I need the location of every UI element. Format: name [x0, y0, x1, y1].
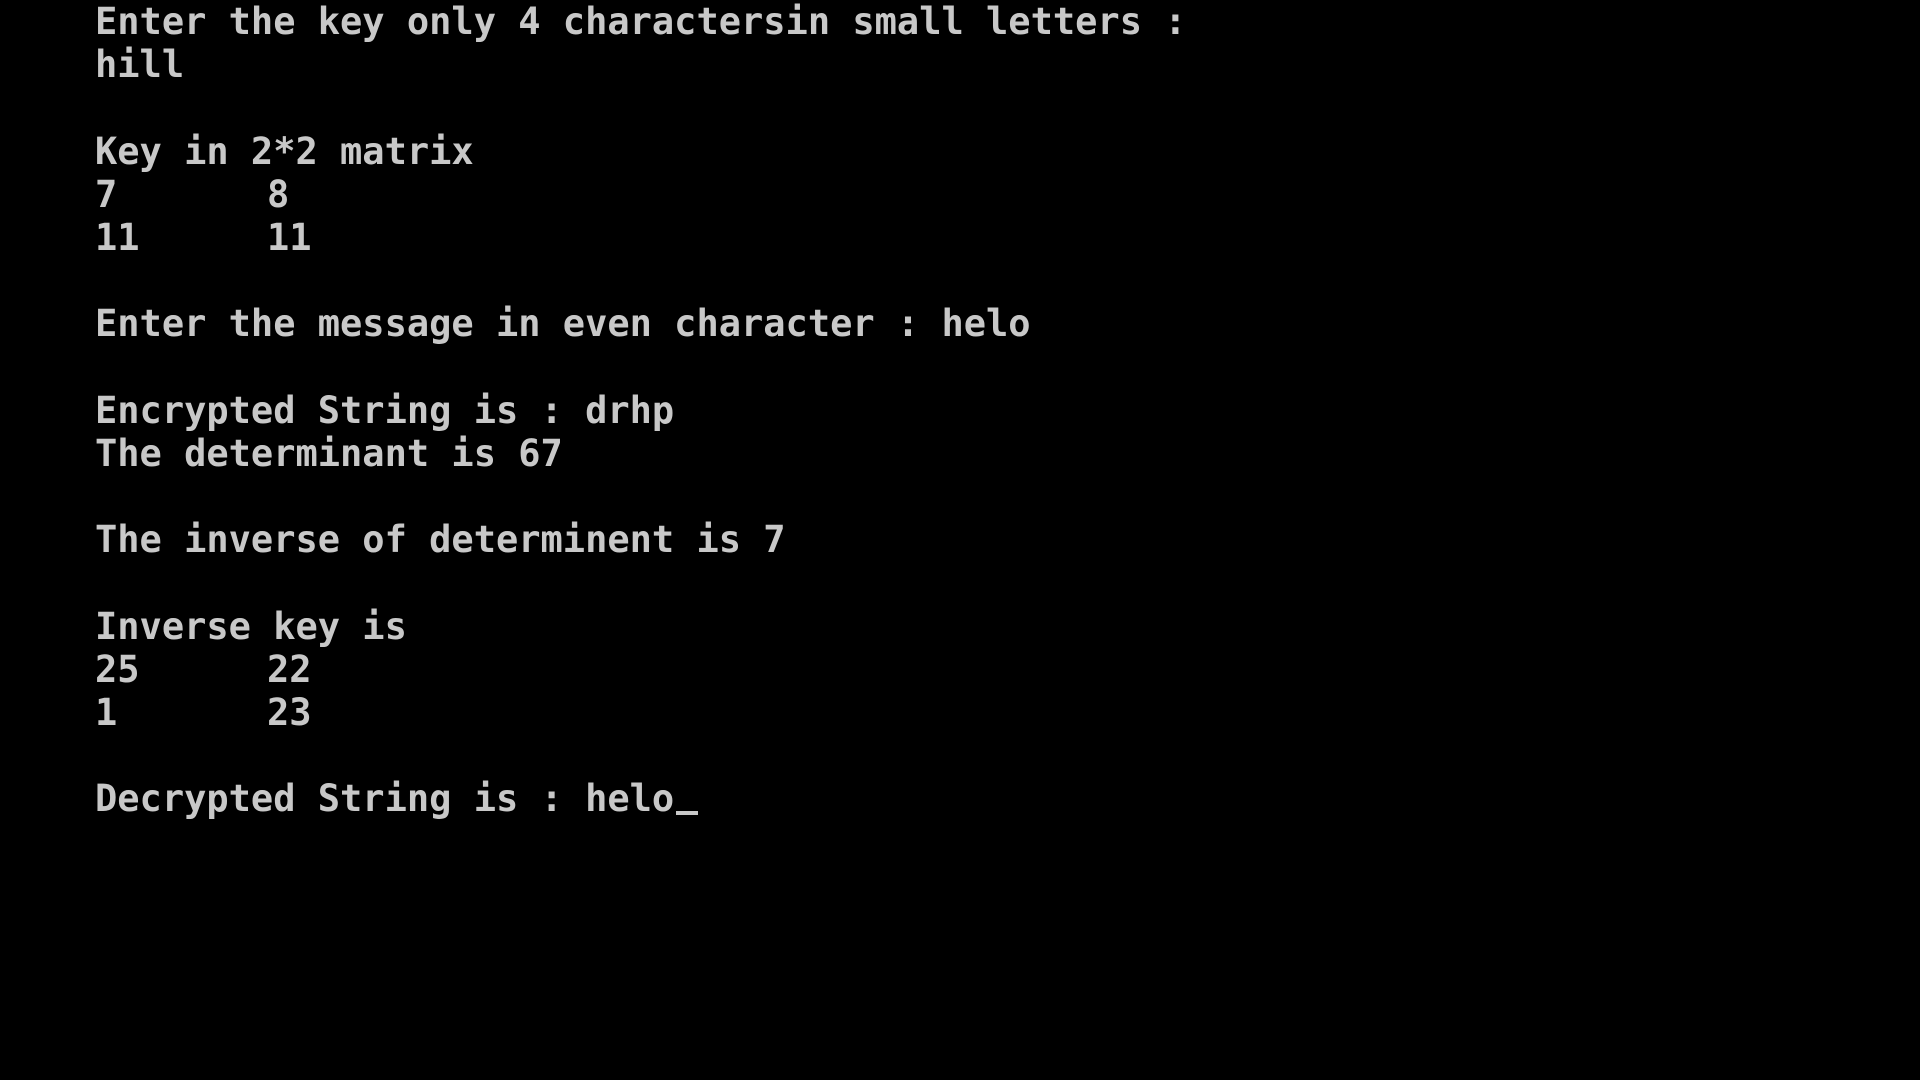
key-matrix-heading: Key in 2*2 matrix — [95, 129, 474, 173]
inverse-key-cell: 22 — [267, 647, 312, 691]
inverse-key-cell: 23 — [267, 691, 312, 734]
decrypted-string-line: Decrypted String is : helo — [95, 777, 1187, 820]
inverse-determinant-line: The inverse of determinent is 7 — [95, 518, 786, 562]
key-matrix-cell: 11 — [267, 215, 312, 259]
inverse-key-cell: 1 — [95, 691, 118, 734]
key-matrix-cell: 11 — [95, 215, 140, 259]
inverse-key-heading: Inverse key is — [95, 604, 407, 648]
encrypted-string-line: Encrypted String is : drhp — [95, 388, 675, 432]
key-matrix-cell: 8 — [267, 172, 290, 216]
text-cursor — [676, 811, 699, 816]
message-prompt: Enter the message in even character : he… — [95, 302, 1031, 346]
inverse-key-row: 1 23 — [95, 691, 1187, 734]
console-output: Enter the key only 4 charactersin small … — [95, 0, 1187, 821]
decrypted-string-text: Decrypted String is : helo — [95, 777, 675, 821]
terminal-screen[interactable]: Enter the key only 4 charactersin small … — [0, 0, 1920, 1080]
inverse-key-cell: 25 — [95, 647, 140, 691]
inverse-key-row: 25 22 — [95, 648, 1187, 691]
key-matrix-row: 7 8 — [95, 173, 1187, 216]
key-matrix-cell: 7 — [95, 172, 118, 216]
determinant-line: The determinant is 67 — [95, 431, 563, 475]
key-input: hill — [95, 43, 185, 87]
key-matrix-row: 11 11 — [95, 216, 1187, 259]
key-prompt: Enter the key only 4 charactersin small … — [95, 0, 1187, 43]
